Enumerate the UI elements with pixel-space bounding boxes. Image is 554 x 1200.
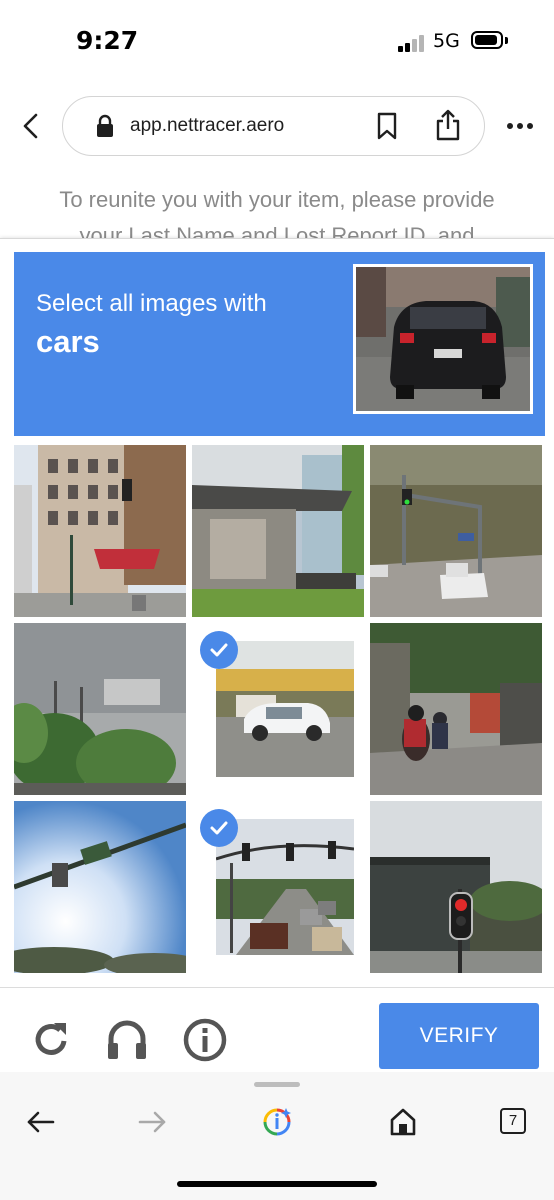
selected-check-icon (200, 631, 238, 669)
instruction-text: Select all images with (36, 290, 267, 317)
image-grid (14, 445, 545, 975)
sheet-handle[interactable] (254, 1082, 300, 1087)
home-indicator[interactable] (177, 1181, 377, 1187)
battery-tip (505, 37, 508, 44)
back-chevron-icon[interactable] (18, 112, 44, 140)
image-tile-1[interactable] (14, 445, 186, 617)
info-icon[interactable] (182, 1017, 228, 1063)
reload-icon[interactable] (28, 1017, 74, 1063)
url-text: app.nettracer.aero (130, 115, 285, 136)
image-tile-8-image (216, 819, 354, 955)
share-icon[interactable] (435, 109, 461, 141)
image-tile-8[interactable] (192, 801, 364, 973)
signal-icon (398, 34, 428, 52)
image-tile-3[interactable] (370, 445, 542, 617)
bookmark-icon[interactable] (376, 112, 398, 140)
clock: 9:27 (76, 26, 139, 55)
battery-icon (471, 31, 503, 49)
image-tile-6[interactable] (370, 623, 542, 795)
image-tile-5[interactable] (192, 623, 364, 795)
verify-button[interactable]: VERIFY (379, 1003, 539, 1069)
lock-icon (97, 114, 113, 137)
challenge-header: Select all images with cars (14, 252, 545, 436)
more-icon[interactable] (506, 122, 534, 130)
tabs-button[interactable]: 7 (500, 1108, 526, 1134)
home-icon[interactable] (387, 1106, 419, 1138)
image-tile-7[interactable] (14, 801, 186, 973)
address-bar[interactable]: app.nettracer.aero (62, 96, 485, 156)
network-type: 5G (433, 30, 460, 52)
status-bar: 9:27 5G (0, 0, 554, 86)
target-object: cars (36, 324, 100, 359)
forward-icon (138, 1111, 166, 1133)
back-icon[interactable] (25, 1106, 57, 1138)
footer-divider (0, 987, 554, 988)
image-tile-5-image (216, 641, 354, 777)
image-tile-4[interactable] (14, 623, 186, 795)
sample-image (353, 264, 533, 414)
google-lens-icon[interactable] (261, 1106, 293, 1138)
image-tile-9[interactable] (370, 801, 542, 973)
selected-check-icon (200, 809, 238, 847)
recaptcha-challenge: Select all images with cars VERIFY (0, 238, 554, 1073)
image-tile-2[interactable] (192, 445, 364, 617)
headphones-icon[interactable] (104, 1017, 150, 1063)
page-text-line-1: To reunite you with your item, please pr… (59, 187, 495, 212)
